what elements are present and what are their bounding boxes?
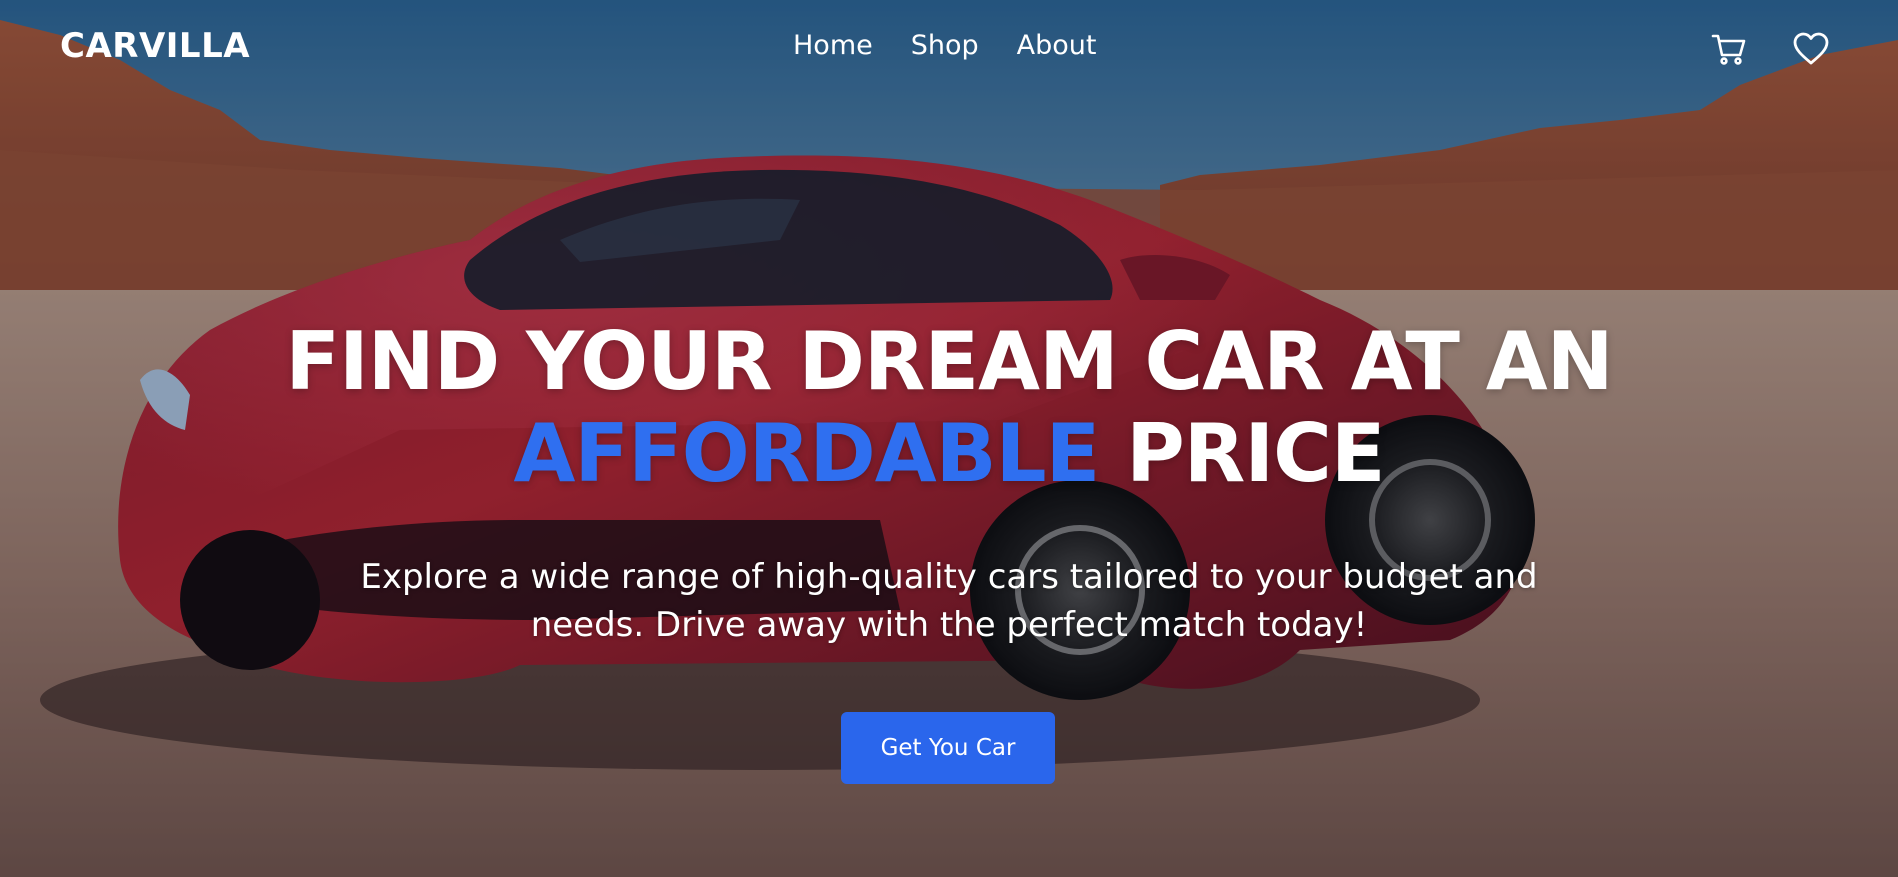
hero-title-line-1: FIND YOUR DREAM CAR AT AN — [285, 315, 1613, 408]
nav-icons — [1710, 30, 1830, 68]
brand-logo[interactable]: CARVILLA — [60, 26, 250, 66]
heart-icon[interactable] — [1792, 30, 1830, 68]
hero-title-line-2-rest: PRICE — [1099, 407, 1385, 500]
hero-title: FIND YOUR DREAM CAR AT AN AFFORDABLE PRI… — [0, 316, 1898, 500]
hero-title-line-2: AFFORDABLE PRICE — [0, 408, 1898, 500]
nav-links: Home Shop About — [793, 30, 1134, 61]
hero-title-accent: AFFORDABLE — [513, 407, 1101, 500]
nav-link-about[interactable]: About — [1017, 30, 1097, 61]
hero-section: CARVILLA Home Shop About FIND YOUR DREAM… — [0, 0, 1898, 877]
get-car-button[interactable]: Get You Car — [841, 712, 1055, 784]
nav-link-home[interactable]: Home — [793, 30, 873, 61]
hero-subtitle: Explore a wide range of high-quality car… — [360, 557, 1538, 645]
nav-link-shop[interactable]: Shop — [911, 30, 979, 61]
top-navbar: CARVILLA Home Shop About — [0, 0, 1898, 98]
cart-icon[interactable] — [1710, 30, 1748, 68]
